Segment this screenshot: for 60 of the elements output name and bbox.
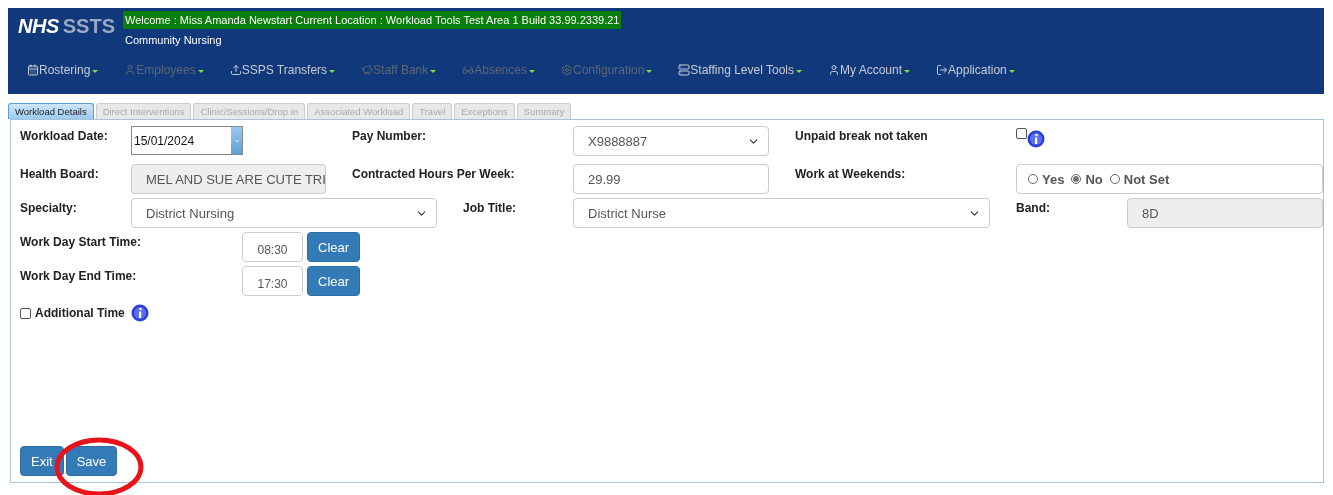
menu-item[interactable]: SSPS Transfers (229, 63, 336, 77)
field-label: Work at Weekends: (795, 166, 907, 183)
field-label: Contracted Hours Per Week: (352, 166, 516, 183)
radio-option[interactable]: Yes (1028, 171, 1065, 187)
field-label: Unpaid break not taken (795, 128, 929, 145)
caret-icon (197, 69, 204, 73)
gear-icon (560, 64, 573, 76)
calendar-icon (27, 64, 39, 76)
radio-option[interactable]: Not Set (1109, 171, 1170, 187)
info-icon[interactable] (1027, 130, 1045, 148)
server-icon (678, 64, 691, 76)
field-label: Workload Date: (20, 128, 109, 145)
menu-item[interactable]: Staffing Level Tools (678, 63, 802, 77)
field-label: Job Title: (463, 200, 518, 217)
piggy-bank-icon (361, 64, 374, 76)
person-icon (124, 64, 137, 76)
select-field[interactable]: X9888887 (573, 126, 769, 156)
info-icon[interactable] (131, 304, 149, 322)
person-icon (828, 64, 840, 76)
caret-icon (646, 69, 653, 73)
field-label: Pay Number: (352, 128, 428, 145)
time-field[interactable]: 17:30 (242, 266, 303, 296)
logout-icon (936, 64, 949, 76)
field-label: Specialty: (20, 200, 78, 217)
clear-button[interactable]: Clear (307, 266, 361, 296)
caret-icon (92, 69, 99, 73)
glasses-icon (462, 64, 475, 76)
caret-icon (1008, 69, 1015, 73)
time-field[interactable]: 08:30 (242, 232, 303, 262)
text-field[interactable]: 29.99 (573, 164, 769, 194)
exit-button[interactable]: Exit (20, 446, 64, 476)
caret-icon (796, 69, 802, 73)
caret-icon (329, 69, 336, 73)
field-label: Work Day Start Time: (20, 234, 142, 251)
select-field[interactable]: District Nurse (573, 198, 990, 228)
save-button[interactable]: Save (65, 446, 118, 476)
field-label: Work Day End Time: (20, 268, 138, 285)
location-name: Community Nursing (124, 34, 223, 46)
app-logo: SSTS (62, 15, 115, 38)
text-field[interactable]: MEL AND SUE ARE CUTE TRI (131, 164, 326, 194)
date-field[interactable]: 15/01/2024 (131, 126, 243, 155)
welcome-banner: Welcome : Miss Amanda Newstart Current Location : Workload Tools Test Area 1 Build 33.99.2339.21 (123, 11, 622, 29)
radio-option[interactable]: No (1071, 171, 1103, 187)
caret-icon (528, 69, 535, 73)
menu-item[interactable]: Application (936, 63, 1015, 77)
caret-icon (430, 69, 437, 73)
checkbox[interactable] (20, 307, 31, 319)
field-label: Band: (1016, 200, 1051, 217)
clear-button[interactable]: Clear (307, 232, 361, 262)
caret-icon (904, 69, 911, 73)
select-field[interactable]: District Nursing (131, 198, 437, 228)
menu-item[interactable]: Rostering (27, 63, 99, 77)
checkbox-label: Additional Time (35, 304, 126, 322)
upload-icon (229, 64, 242, 76)
tab[interactable]: Workload Details (8, 103, 94, 119)
checkbox[interactable] (1016, 128, 1027, 139)
nhs-logo: NHS (18, 15, 59, 38)
field-label: Health Board: (20, 166, 100, 183)
menu-item[interactable]: My Account (828, 63, 911, 77)
text-field[interactable]: 8D (1127, 198, 1323, 228)
